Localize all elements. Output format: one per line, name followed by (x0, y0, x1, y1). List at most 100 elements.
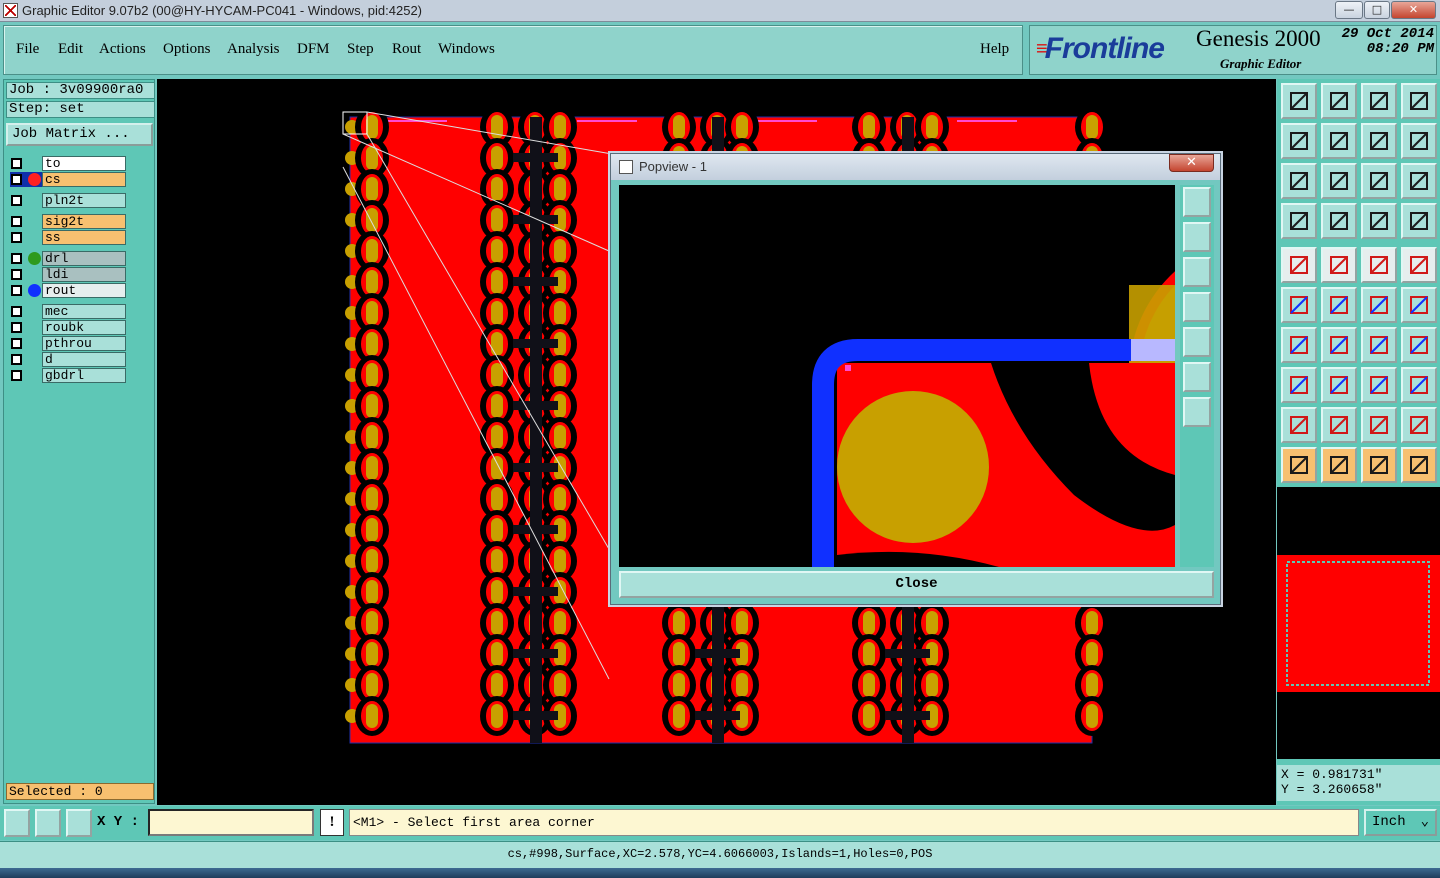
menu-rout[interactable]: Rout (392, 41, 421, 58)
split-icon[interactable] (1401, 327, 1437, 363)
dot-icon[interactable] (1401, 247, 1437, 283)
popview-zoom-box-icon[interactable] (1183, 187, 1211, 217)
layer-row-drl[interactable]: drl (8, 251, 126, 266)
measure-tool-icon[interactable] (35, 809, 61, 837)
pointer-icon[interactable] (1281, 447, 1317, 483)
tri-c-icon[interactable] (1361, 407, 1397, 443)
layer-checkbox[interactable] (11, 370, 22, 381)
filter-icon[interactable] (1281, 203, 1317, 239)
snap-grid-icon[interactable] (66, 809, 92, 837)
pointer-path-icon[interactable] (1401, 447, 1437, 483)
dash-icon[interactable] (1321, 367, 1357, 403)
mirror-icon[interactable] (1361, 123, 1397, 159)
shapes-icon[interactable] (1401, 367, 1437, 403)
layer-row-pthrou[interactable]: pthrou (8, 336, 126, 351)
fit-icon[interactable] (1281, 163, 1317, 199)
layer-checkbox[interactable] (11, 216, 22, 227)
slot-pad (366, 301, 378, 325)
zoom-home-icon[interactable] (1281, 83, 1317, 119)
grid-icon[interactable] (1321, 203, 1357, 239)
layer-row-to[interactable]: to (8, 156, 126, 171)
rotate-icon[interactable] (1361, 327, 1397, 363)
node-icon[interactable] (1281, 287, 1317, 323)
layer-row-ldi[interactable]: ldi (8, 267, 126, 282)
layer-row-ss[interactable]: ss (8, 230, 126, 245)
maximize-button[interactable]: □ (1364, 1, 1390, 19)
layer-checkbox[interactable] (11, 269, 22, 280)
layer-row-roubk[interactable]: roubk (8, 320, 126, 335)
job-matrix-button[interactable]: Job Matrix ... (6, 123, 153, 146)
units-select[interactable]: Inch ⌄ (1364, 809, 1437, 836)
ruler-icon[interactable] (1361, 247, 1397, 283)
layer-row-rout[interactable]: rout (8, 283, 126, 298)
layer-checkbox[interactable] (11, 322, 22, 333)
layer-row-sig2t[interactable]: sig2t (8, 214, 126, 229)
layer-row-cs[interactable]: cs (8, 172, 126, 187)
popview-center-icon[interactable] (1183, 397, 1211, 427)
web-cross (695, 711, 740, 720)
menu-file[interactable]: File (16, 41, 39, 58)
cross-icon[interactable] (1321, 287, 1357, 323)
help-icon[interactable] (1401, 163, 1437, 199)
move-icon[interactable] (1281, 367, 1317, 403)
window-split-icon[interactable] (1401, 83, 1437, 119)
popview-down-icon[interactable] (1183, 257, 1211, 287)
layer-checkbox[interactable] (11, 158, 22, 169)
minimize-button[interactable]: — (1335, 1, 1363, 19)
layer-checkbox[interactable] (11, 354, 22, 365)
overview-map[interactable] (1277, 487, 1440, 759)
window-close-button[interactable]: ✕ (1391, 1, 1436, 19)
menu-actions[interactable]: Actions (99, 41, 146, 58)
arc-pad-icon[interactable] (1401, 287, 1437, 323)
warning-button[interactable]: ! (320, 809, 344, 836)
menu-edit[interactable]: Edit (58, 41, 83, 58)
pan-left-icon[interactable] (1281, 123, 1317, 159)
popview-close-x[interactable]: ✕ (1169, 154, 1214, 172)
layer-checkbox[interactable] (11, 232, 22, 243)
menu-dfm[interactable]: DFM (297, 41, 330, 58)
pan-right-icon[interactable] (1321, 123, 1357, 159)
menu-options[interactable]: Options (163, 41, 211, 58)
snake-icon[interactable] (1401, 123, 1437, 159)
layer-row-mec[interactable]: mec (8, 304, 126, 319)
menu-help[interactable]: Help (980, 41, 1009, 58)
layers-red-icon[interactable] (1361, 203, 1397, 239)
tri-d-icon[interactable] (1401, 407, 1437, 443)
popview-canvas[interactable] (619, 185, 1175, 567)
popview-close-button[interactable]: Close (619, 571, 1214, 598)
popview-left-icon[interactable] (1183, 292, 1211, 322)
measure-icon[interactable] (1361, 367, 1397, 403)
angle-icon[interactable] (1281, 327, 1317, 363)
zoom-page-icon[interactable] (1361, 83, 1397, 119)
line-pad-icon[interactable] (1361, 287, 1397, 323)
popview-fit-icon[interactable] (1183, 362, 1211, 392)
layer-checkbox[interactable] (11, 338, 22, 349)
popview-up-icon[interactable] (1183, 222, 1211, 252)
popview-right-icon[interactable] (1183, 327, 1211, 357)
pointer-circle-icon[interactable] (1361, 447, 1397, 483)
menu-step[interactable]: Step (347, 41, 374, 58)
layer-row-gbdrl[interactable]: gbdrl (8, 368, 126, 383)
layer-checkbox[interactable] (11, 306, 22, 317)
taskbar (0, 868, 1440, 878)
tri-a-icon[interactable] (1281, 407, 1317, 443)
zoom-area-icon[interactable] (4, 809, 30, 837)
layer-checkbox[interactable] (11, 195, 22, 206)
layer-row-d[interactable]: d (8, 352, 126, 367)
layer-checkbox[interactable] (11, 174, 22, 185)
layer-checkbox[interactable] (11, 253, 22, 264)
menu-analysis[interactable]: Analysis (227, 41, 280, 58)
zoom-in-icon[interactable] (1321, 83, 1357, 119)
layer-row-pln2t[interactable]: pln2t (8, 193, 126, 208)
layers-black-icon[interactable] (1401, 203, 1437, 239)
feature-pick-icon[interactable] (1281, 247, 1317, 283)
center-icon[interactable] (1321, 163, 1357, 199)
tri-b-icon[interactable] (1321, 407, 1357, 443)
layer-checkbox[interactable] (11, 285, 22, 296)
ratio-icon[interactable] (1361, 163, 1397, 199)
line-icon[interactable] (1321, 327, 1357, 363)
color-edit-icon[interactable] (1321, 247, 1357, 283)
xy-input[interactable] (148, 809, 314, 836)
pointer-box-icon[interactable] (1321, 447, 1357, 483)
menu-windows[interactable]: Windows (438, 41, 495, 58)
